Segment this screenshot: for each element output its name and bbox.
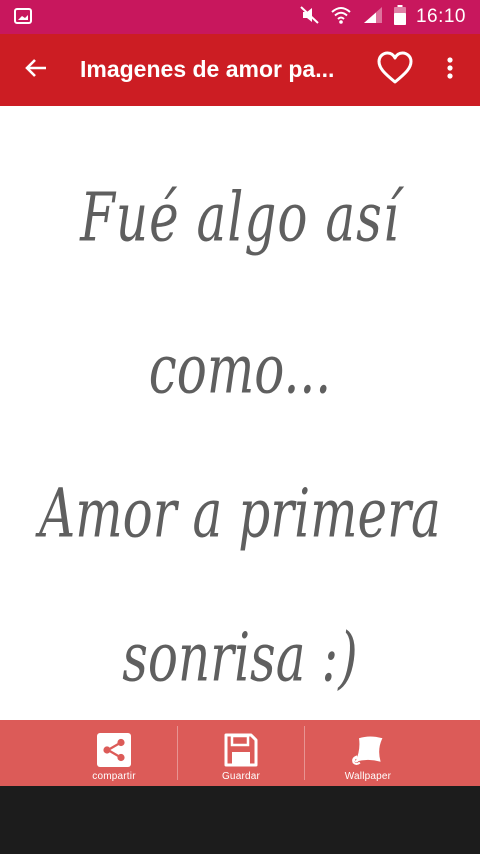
save-icon <box>223 732 259 768</box>
arrow-left-icon <box>24 57 48 84</box>
mute-icon <box>300 5 320 29</box>
save-label: Guardar <box>221 771 261 782</box>
save-button[interactable]: Guardar <box>178 720 304 786</box>
quote-line-2: como... <box>148 330 332 409</box>
gallery-icon <box>14 8 32 24</box>
wallpaper-button[interactable]: Wallpaper <box>305 720 431 786</box>
navigation-area <box>0 786 480 854</box>
quote-image: Fué algo así como... Amor a primera sonr… <box>0 106 480 720</box>
status-time: 16:10 <box>415 6 466 27</box>
more-options-button[interactable] <box>434 52 466 88</box>
quote-line-1: Fué algo así <box>80 178 400 257</box>
quote-line-4: sonrisa :) <box>122 618 358 697</box>
back-button[interactable] <box>18 52 54 88</box>
battery-icon <box>393 4 406 30</box>
status-bar: 16:10 <box>0 0 480 34</box>
share-button[interactable]: compartir <box>51 720 177 786</box>
quote-line-3: Amor a primera <box>39 474 441 553</box>
wallpaper-label: Wallpaper <box>344 771 392 782</box>
screen: 16:10 Imagenes de amor pa... Fué algo as… <box>0 0 480 854</box>
more-vertical-icon <box>446 56 454 85</box>
wallpaper-icon <box>350 732 386 768</box>
share-label: compartir <box>92 771 136 782</box>
favorite-button[interactable] <box>374 50 416 90</box>
wifi-icon <box>330 5 352 30</box>
heart-outline-icon <box>376 51 414 90</box>
status-icons: 16:10 <box>300 0 466 34</box>
share-icon <box>96 732 132 768</box>
app-title: Imagenes de amor pa... <box>80 56 335 82</box>
app-bar: Imagenes de amor pa... <box>0 34 480 106</box>
signal-icon <box>362 6 384 29</box>
action-bar: compartir Guardar Wallpaper <box>0 720 480 786</box>
